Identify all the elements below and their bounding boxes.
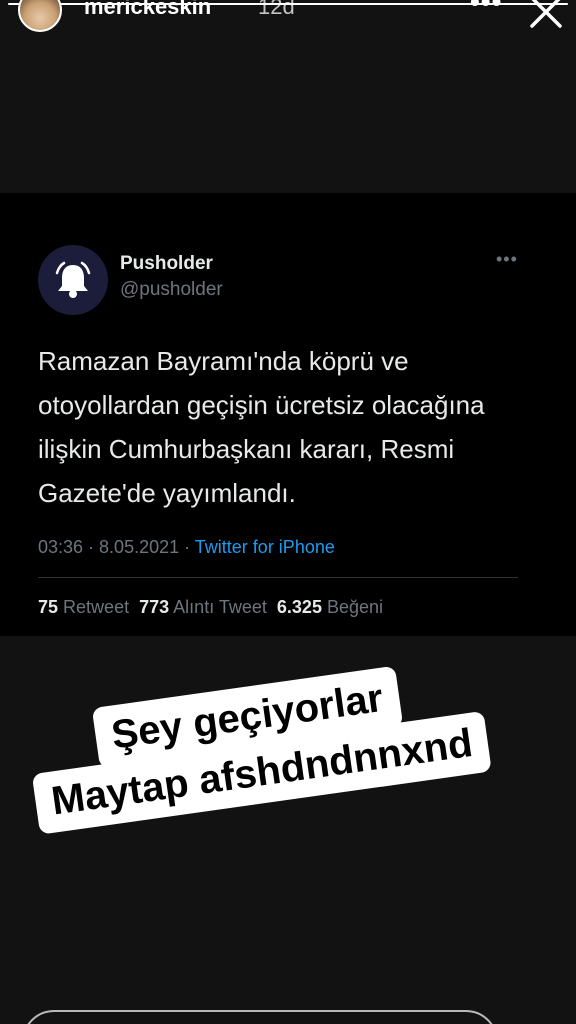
retweet-label: Retweet: [63, 597, 130, 617]
story-viewer: merickeskin 12d ••• Pusholder @pusholder…: [0, 0, 576, 1024]
reply-input[interactable]: [22, 1010, 498, 1024]
profile-avatar[interactable]: [18, 0, 62, 32]
like-count: 6.325: [276, 597, 322, 617]
story-caption: Şey geçiyorlar Maytap afshdndnnxnd: [0, 665, 576, 888]
tweet-meta: 03:36 · 8.05.2021 · Twitter for iPhone: [38, 537, 335, 558]
tweet-source: Twitter for iPhone: [194, 537, 335, 557]
retweet-count: 75: [38, 597, 59, 617]
story-header: merickeskin 12d •••: [0, 0, 576, 40]
tweet-divider: [38, 577, 518, 578]
tweet-display-name: Pusholder: [120, 253, 213, 274]
tweet-avatar: [38, 245, 108, 315]
more-icon[interactable]: •••: [470, 0, 502, 18]
tweet-card[interactable]: Pusholder @pusholder ••• Ramazan Bayramı…: [0, 193, 576, 636]
tweet-more-icon: •••: [496, 249, 518, 269]
bell-icon: [55, 261, 91, 298]
quote-count: 773: [139, 597, 170, 617]
tweet-handle: @pusholder: [120, 279, 223, 300]
tweet-stats: 75 Retweet 773 Alıntı Tweet 6.325 Beğeni: [38, 597, 383, 618]
tweet-text: Ramazan Bayramı'nda köprü ve otoyollarda…: [38, 346, 485, 508]
quote-label: Alıntı Tweet: [173, 597, 267, 617]
story-time: 12d: [258, 0, 295, 19]
tweet-timestamp: 03:36 · 8.05.2021 ·: [38, 537, 195, 557]
close-icon[interactable]: [528, 0, 564, 30]
story-username[interactable]: merickeskin: [84, 0, 211, 20]
like-label: Beğeni: [326, 597, 384, 617]
